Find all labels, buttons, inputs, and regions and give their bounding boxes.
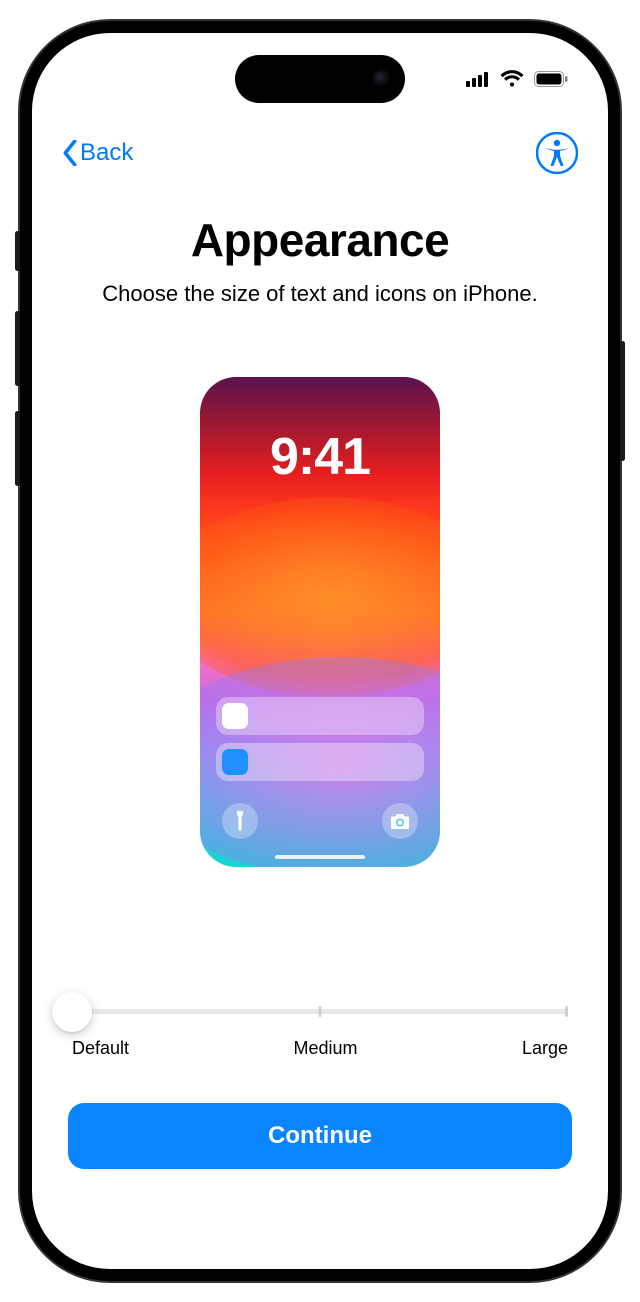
preview-time: 9:41 [200, 427, 440, 487]
back-button[interactable]: Back [62, 139, 133, 167]
preview-notification [216, 743, 424, 781]
slider-label-default: Default [72, 1038, 129, 1059]
front-camera [373, 70, 391, 88]
slider-tick [319, 1006, 322, 1017]
accessibility-button[interactable] [536, 132, 578, 174]
preview-notif-icon [222, 749, 248, 775]
page-subtitle: Choose the size of text and icons on iPh… [68, 281, 572, 307]
camera-icon [382, 803, 418, 839]
size-slider[interactable]: Default Medium Large [72, 1009, 568, 1059]
slider-track[interactable] [72, 1009, 568, 1014]
continue-label: Continue [268, 1122, 372, 1150]
device-screen: Back Appearance Choose the size of text … [32, 33, 608, 1269]
device-volume-down [15, 411, 20, 486]
slider-label-medium: Medium [293, 1038, 357, 1059]
slider-thumb[interactable] [52, 992, 92, 1032]
dynamic-island [235, 55, 405, 103]
slider-tick [565, 1006, 568, 1017]
flashlight-icon [222, 803, 258, 839]
preview-home-indicator [275, 855, 365, 859]
preview-area: 9:41 [68, 377, 572, 867]
device-frame: Back Appearance Choose the size of text … [20, 21, 620, 1281]
device-mute-switch [15, 231, 20, 271]
accessibility-icon [536, 132, 578, 174]
preview-notification [216, 697, 424, 735]
preview-notif-icon [222, 703, 248, 729]
back-label: Back [80, 139, 133, 167]
slider-labels: Default Medium Large [72, 1038, 568, 1059]
battery-icon [534, 71, 568, 92]
cellular-icon [466, 71, 490, 92]
nav-bar: Back [32, 128, 608, 178]
wifi-icon [500, 70, 524, 93]
page-title: Appearance [68, 213, 572, 267]
chevron-left-icon [62, 140, 78, 166]
lockscreen-preview: 9:41 [200, 377, 440, 867]
device-power-button [620, 341, 625, 461]
slider-label-large: Large [522, 1038, 568, 1059]
continue-button[interactable]: Continue [68, 1103, 572, 1169]
device-volume-up [15, 311, 20, 386]
